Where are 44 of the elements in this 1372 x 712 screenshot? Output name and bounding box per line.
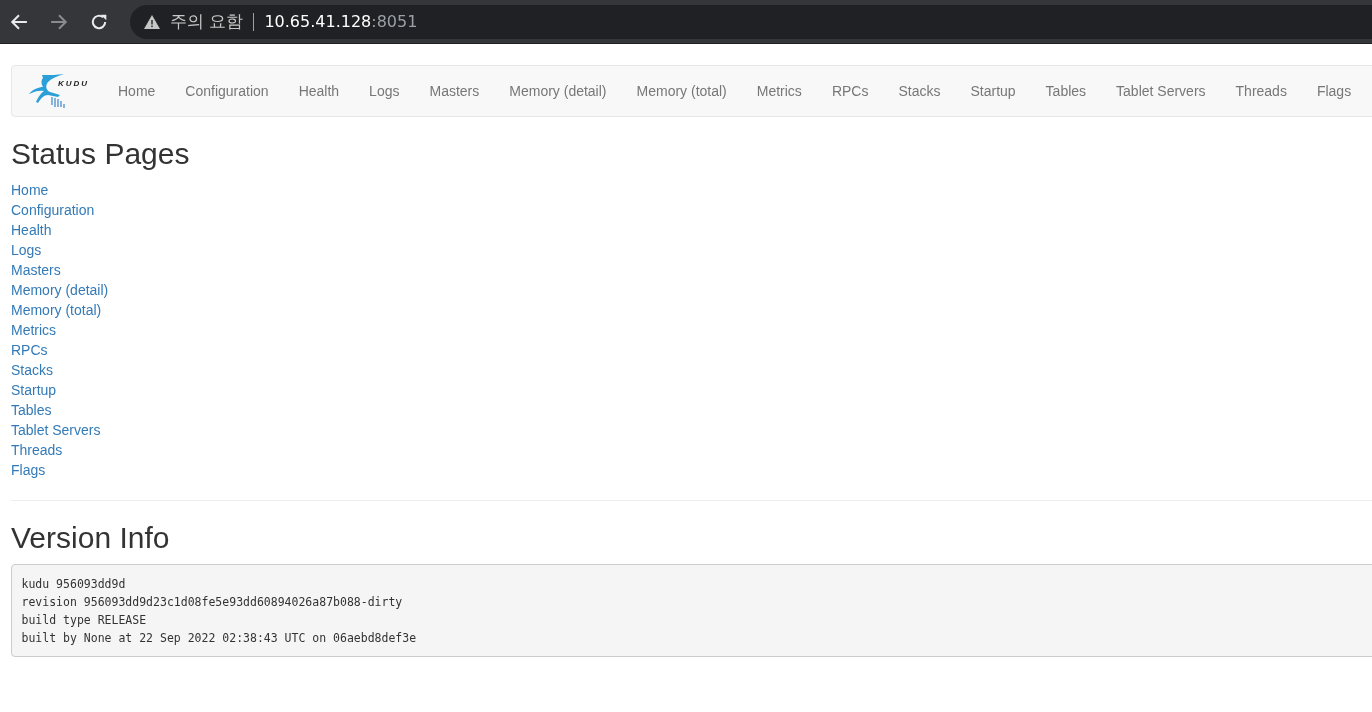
status-page-link[interactable]: Flags xyxy=(11,460,46,480)
nav-link[interactable]: Flags xyxy=(1301,66,1367,116)
status-page-link[interactable]: Logs xyxy=(11,240,42,260)
status-page-link[interactable]: Memory (detail) xyxy=(11,280,109,300)
status-page-link[interactable]: Stacks xyxy=(11,360,53,380)
security-label: 주의 요함 xyxy=(170,10,244,33)
nav-link[interactable]: Memory (total) xyxy=(621,66,742,116)
status-page-link[interactable]: Configuration xyxy=(11,200,95,220)
section-heading: Status Pages xyxy=(11,137,191,170)
nav-link[interactable]: Health xyxy=(283,66,355,116)
version-line: kudu 956093dd9d xyxy=(21,575,127,593)
version-line: build type RELEASE xyxy=(21,611,148,629)
version-line: built by None at 22 Sep 2022 02:38:43 UTC on 06aebd8def3e xyxy=(21,629,418,647)
status-page-link[interactable]: Memory (total) xyxy=(11,300,102,320)
version-line: revision 956093dd9d23c1d08fe5e93dd60894026a87b088-dirty xyxy=(21,593,404,611)
warning-icon xyxy=(144,14,160,29)
nav-link[interactable]: Masters xyxy=(414,66,495,116)
reload-icon[interactable] xyxy=(90,12,108,31)
nav-link[interactable]: Tablet Servers xyxy=(1101,66,1221,116)
nav-link[interactable]: Home xyxy=(103,66,171,116)
status-page-link[interactable]: Metrics xyxy=(11,320,57,340)
kudu-logo[interactable]: KUDU xyxy=(28,69,103,113)
nav-link[interactable]: Startup xyxy=(955,66,1031,116)
status-page-link[interactable]: Threads xyxy=(11,440,63,460)
url-text: 10.65.41.128:8051 xyxy=(264,12,418,31)
nav-link[interactable]: Stacks xyxy=(883,66,956,116)
nav-link[interactable]: Logs xyxy=(354,66,415,116)
status-page-link[interactable]: Tablet Servers xyxy=(11,420,101,440)
nav-link[interactable]: Configuration xyxy=(170,66,284,116)
status-page-link[interactable]: Health xyxy=(11,220,52,240)
address-bar[interactable]: 주의 요함 10.65.41.128:8051 xyxy=(130,4,1372,39)
nav-link[interactable]: Threads xyxy=(1220,66,1302,116)
nav-link[interactable]: Metrics xyxy=(741,66,817,116)
status-page-link[interactable]: Tables xyxy=(11,400,52,420)
status-page-link[interactable]: Home xyxy=(11,180,49,200)
nav-link[interactable]: RPCs xyxy=(816,66,884,116)
section-heading: Version Info xyxy=(11,521,171,554)
status-page-link[interactable]: RPCs xyxy=(11,340,48,360)
nav-link[interactable]: Memory (detail) xyxy=(494,66,622,116)
logo-text: KUDU xyxy=(58,79,90,88)
status-page-link[interactable]: Startup xyxy=(11,380,57,400)
back-icon[interactable] xyxy=(10,12,28,31)
status-page-link[interactable]: Masters xyxy=(11,260,61,280)
nav-link[interactable]: Tables xyxy=(1030,66,1102,116)
